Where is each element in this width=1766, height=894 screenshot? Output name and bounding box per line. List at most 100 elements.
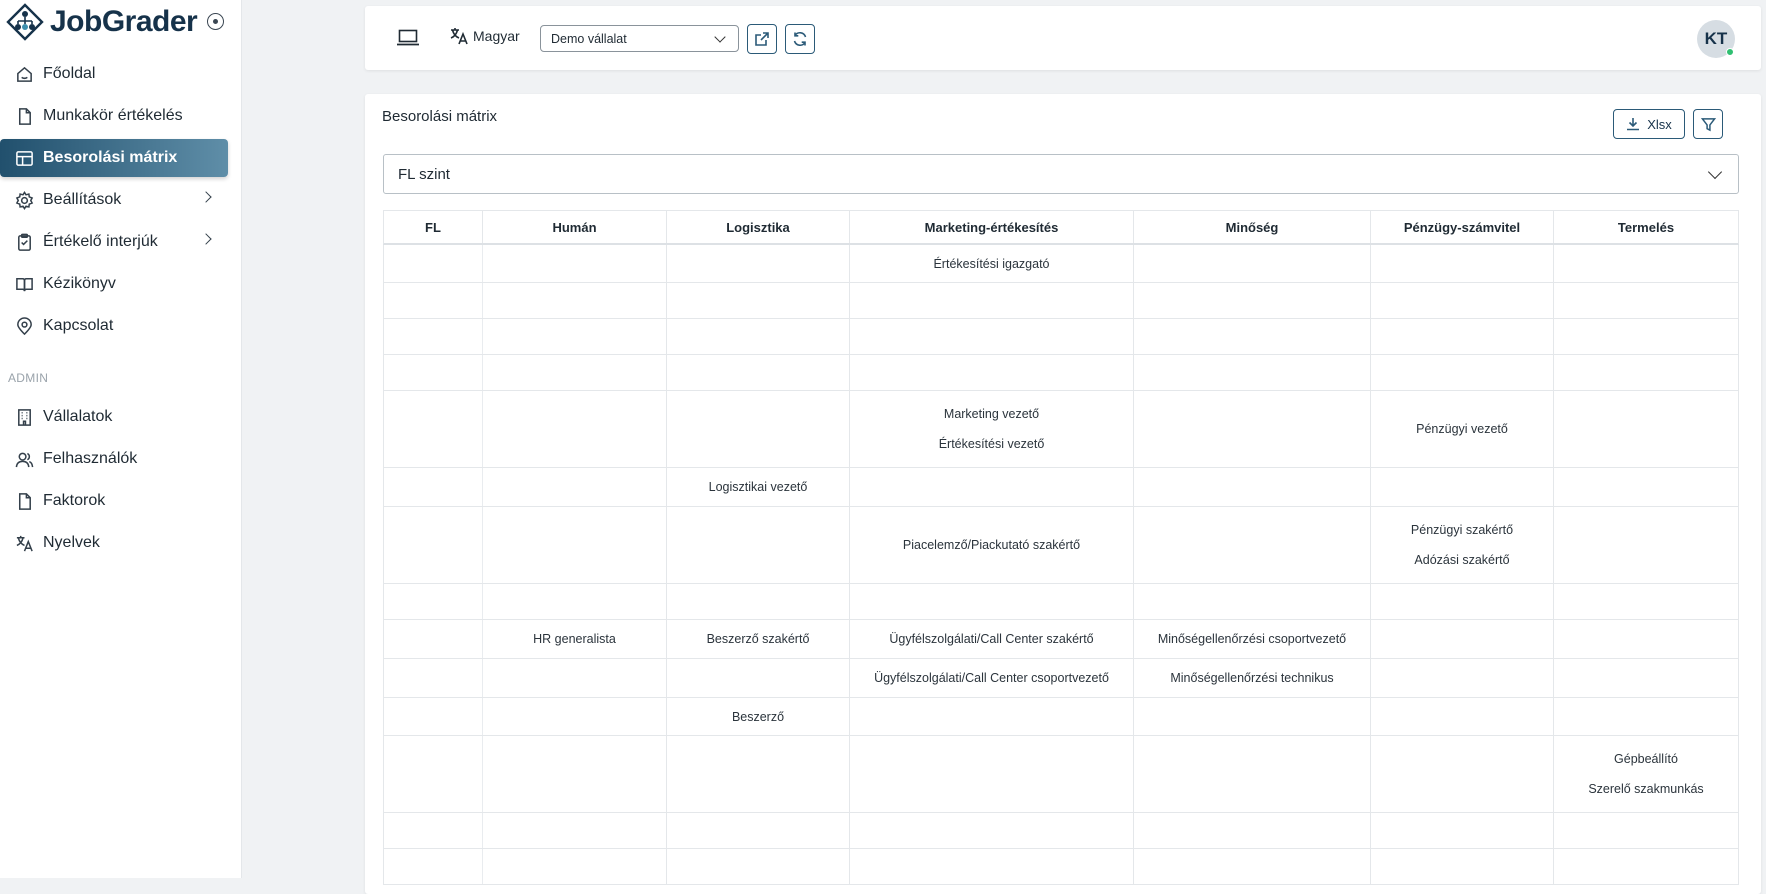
- matrix-cell: [483, 698, 667, 735]
- sidebar-item-fooldal[interactable]: Főoldal: [0, 55, 228, 93]
- sidebar-item-beallitasok[interactable]: Beállítások: [0, 181, 228, 219]
- matrix-fl-cell: [384, 659, 483, 697]
- sidebar-item-label: Nyelvek: [43, 534, 100, 551]
- job-title[interactable]: Marketing vezető: [944, 407, 1039, 421]
- user-avatar[interactable]: KT: [1697, 20, 1735, 58]
- matrix-header: FL Humán Logisztika Marketing-értékesítés Mi…: [383, 210, 1739, 245]
- matrix-cell: [1554, 507, 1738, 583]
- job-title[interactable]: Ügyfélszolgálati/Call Center csoportveze…: [874, 671, 1109, 685]
- book-icon: [14, 274, 34, 294]
- sidebar-item-faktorok[interactable]: Faktorok: [0, 482, 228, 520]
- sidebar-item-label: Vállalatok: [43, 408, 113, 425]
- matrix-cell: [850, 319, 1134, 354]
- job-title[interactable]: Minőségellenőrzési csoportvezető: [1158, 632, 1346, 646]
- logo-icon: [6, 3, 44, 41]
- chevron-right-icon: [200, 191, 212, 203]
- sidebar-item-kezikonyv[interactable]: Kézikönyv: [0, 265, 228, 303]
- job-title[interactable]: Szerelő szakmunkás: [1588, 782, 1703, 796]
- matrix-fl-cell: [384, 319, 483, 354]
- laptop-icon[interactable]: [396, 28, 420, 48]
- job-title[interactable]: Gépbeállító: [1614, 752, 1678, 766]
- matrix-cell: [1134, 283, 1371, 318]
- job-title[interactable]: Minőségellenőrzési technikus: [1170, 671, 1333, 685]
- avatar-initials: KT: [1704, 29, 1728, 48]
- matrix-cell: [1371, 319, 1554, 354]
- translate-icon: [14, 533, 34, 553]
- matrix-cell: Logisztikai vezető: [667, 468, 850, 506]
- job-title[interactable]: Beszerző szakértő: [707, 632, 810, 646]
- sidebar-item-vallalatok[interactable]: Vállalatok: [0, 398, 228, 436]
- matrix-cell: [667, 507, 850, 583]
- matrix-cell: [1554, 245, 1738, 282]
- matrix-cell: Értékesítési igazgató: [850, 245, 1134, 282]
- export-xlsx-button[interactable]: Xlsx: [1613, 109, 1685, 139]
- matrix-fl-cell: [384, 391, 483, 467]
- matrix-row: Ügyfélszolgálati/Call Center csoportveze…: [384, 659, 1738, 698]
- matrix-row: [384, 355, 1738, 391]
- job-title[interactable]: Ügyfélszolgálati/Call Center szakértő: [889, 632, 1093, 646]
- sidebar-item-ertekelo-interjuk[interactable]: Értékelő interjúk: [0, 223, 228, 261]
- job-title[interactable]: Értékesítési igazgató: [933, 257, 1049, 271]
- settings-icon: [14, 190, 34, 210]
- matrix-cell: HR generalista: [483, 620, 667, 658]
- matrix-cell: [1371, 813, 1554, 848]
- language-label: Magyar: [473, 28, 520, 44]
- open-external-button[interactable]: [747, 24, 777, 54]
- job-title[interactable]: HR generalista: [533, 632, 616, 646]
- app-name: JobGrader: [50, 5, 198, 38]
- matrix-cell: [850, 584, 1134, 619]
- matrix-cell: [483, 736, 667, 812]
- sidebar-item-label: Kapcsolat: [43, 317, 114, 334]
- users-icon: [14, 449, 34, 469]
- matrix-cell: [1371, 355, 1554, 390]
- matrix-fl-cell: [384, 507, 483, 583]
- sidebar-item-besorolasi-matrix[interactable]: Besorolási mátrix: [0, 139, 228, 177]
- matrix-column-header: Humán: [483, 211, 667, 243]
- matrix-fl-cell: [384, 355, 483, 390]
- sidebar-item-kapcsolat[interactable]: Kapcsolat: [0, 307, 228, 345]
- job-title[interactable]: Piacelemző/Piackutató szakértő: [903, 538, 1080, 552]
- matrix-cell: [850, 283, 1134, 318]
- matrix-cell: [850, 813, 1134, 848]
- sidebar-item-label: Értékelő interjúk: [43, 233, 158, 250]
- matrix-cell: [483, 849, 667, 884]
- matrix-cell: [1371, 736, 1554, 812]
- matrix-cell: [1134, 355, 1371, 390]
- sidebar-item-felhasznalok[interactable]: Felhasználók: [0, 440, 228, 478]
- level-select[interactable]: FL szint: [383, 154, 1739, 194]
- matrix-cell: Beszerző: [667, 698, 850, 735]
- language-switcher[interactable]: Magyar: [449, 26, 520, 46]
- matrix-cell: [483, 507, 667, 583]
- sidebar-item-nyelvek[interactable]: Nyelvek: [0, 524, 228, 562]
- job-title[interactable]: Pénzügyi szakértő: [1411, 523, 1513, 537]
- filter-button[interactable]: [1693, 109, 1723, 139]
- matrix-cell: [1554, 283, 1738, 318]
- app-logo[interactable]: JobGrader: [6, 3, 198, 41]
- sidebar-item-label: Besorolási mátrix: [43, 149, 178, 166]
- building-icon: [14, 407, 34, 427]
- matrix-cell: [1554, 468, 1738, 506]
- matrix-card: Besorolási mátrix Xlsx FL szint FL Humán L…: [365, 94, 1761, 894]
- matrix-cell: [850, 355, 1134, 390]
- matrix-column-header: Pénzügy-számvitel: [1371, 211, 1554, 243]
- job-title[interactable]: Logisztikai vezető: [709, 480, 808, 494]
- company-select[interactable]: Demo vállalat: [540, 25, 739, 52]
- matrix-cell: [667, 245, 850, 282]
- matrix-cell: [667, 849, 850, 884]
- job-title[interactable]: Beszerző: [732, 710, 784, 724]
- matrix-cell: [1554, 659, 1738, 697]
- sidebar-item-munkakor-ertekeles[interactable]: Munkakör értékelés: [0, 97, 228, 135]
- job-title[interactable]: Adózási szakértő: [1414, 553, 1509, 567]
- job-title[interactable]: Pénzügyi vezető: [1416, 422, 1508, 436]
- level-select-value: FL szint: [398, 166, 450, 183]
- document-icon: [14, 106, 34, 126]
- matrix-cell: [667, 659, 850, 697]
- refresh-button[interactable]: [785, 24, 815, 54]
- table-icon: [14, 148, 34, 168]
- sidebar-toggle-icon[interactable]: [207, 13, 224, 30]
- matrix-cell: [483, 391, 667, 467]
- job-title[interactable]: Értékesítési vezető: [939, 437, 1045, 451]
- matrix-row: Piacelemző/Piackutató szakértő Pénzügyi s…: [384, 507, 1738, 584]
- matrix-row: Marketing vezető Értékesítési vezető Pénzü…: [384, 391, 1738, 468]
- matrix-fl-cell: [384, 736, 483, 812]
